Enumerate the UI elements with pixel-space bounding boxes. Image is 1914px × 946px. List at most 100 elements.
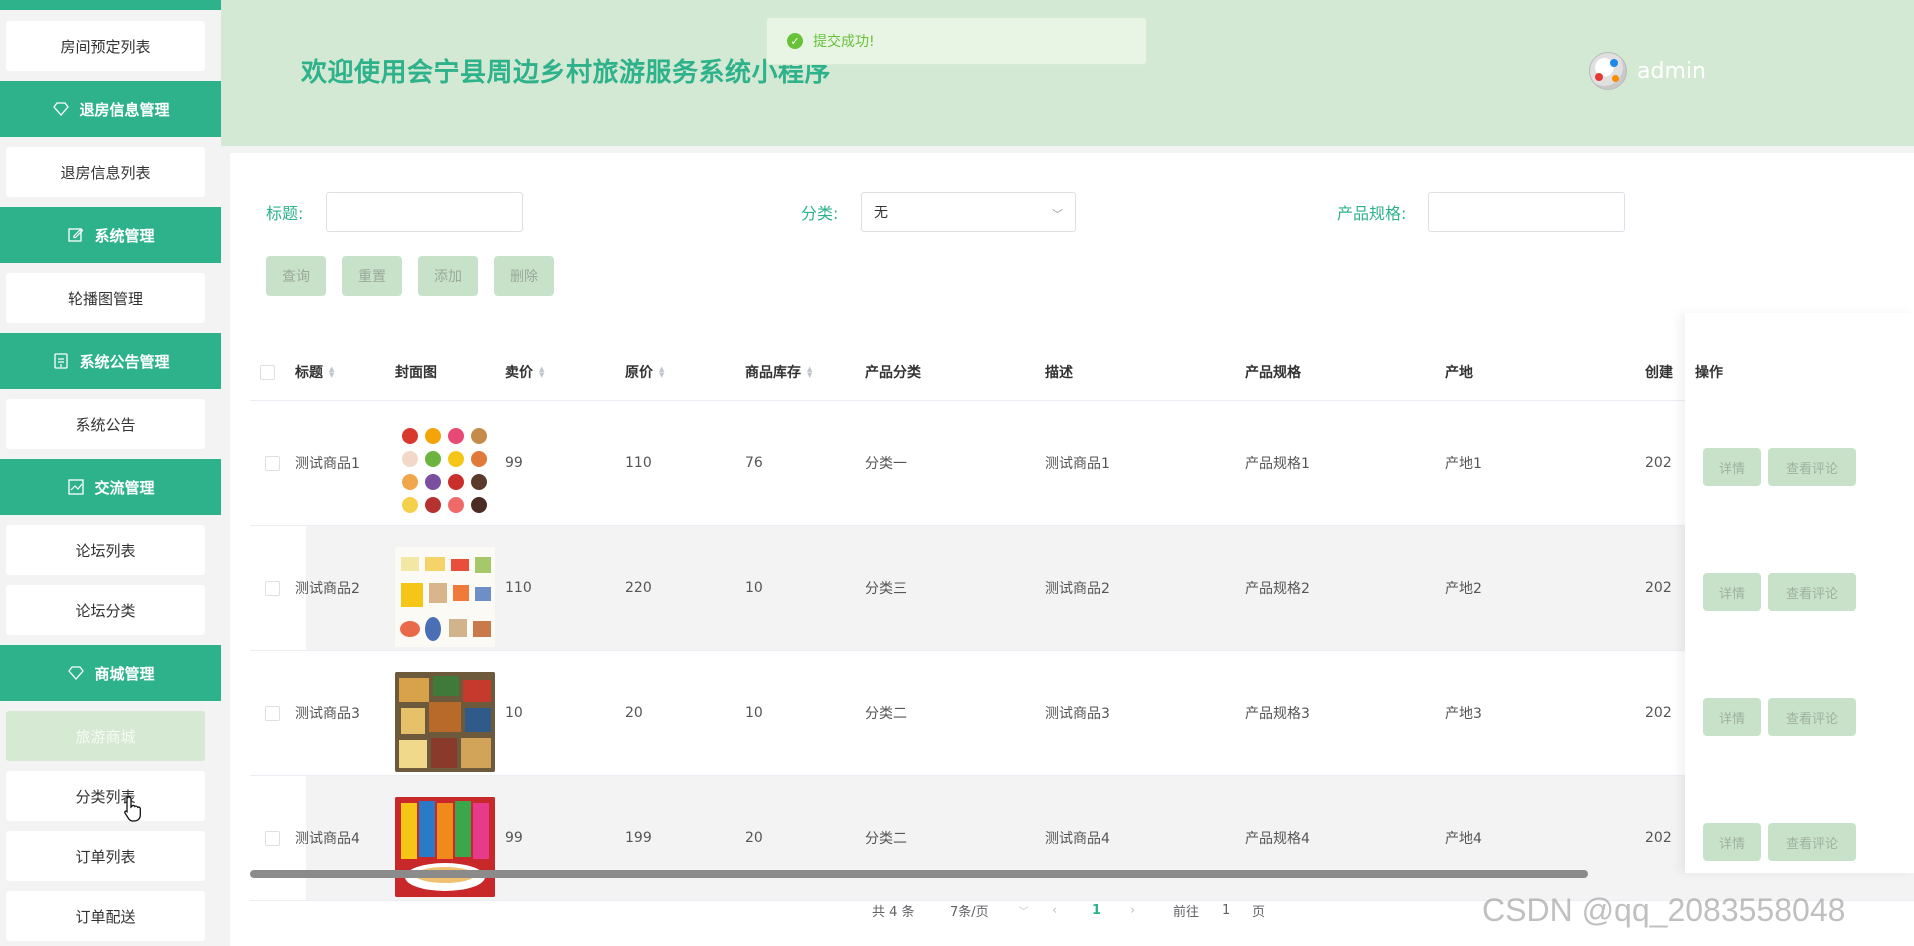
col-stock[interactable]: 商品库存 ▲ ▼ — [745, 343, 812, 400]
scrollbar-thumb[interactable] — [250, 870, 1588, 878]
horizontal-scrollbar[interactable] — [250, 870, 1914, 878]
chevron-down-icon: ﹀ — [1018, 906, 1029, 918]
cell-category: 分类二 — [865, 706, 907, 722]
cell-price: 10 — [505, 705, 523, 721]
category-select-value: 无 — [874, 205, 888, 221]
cell-spec: 产品规格1 — [1245, 456, 1310, 472]
cell-created: 202 — [1645, 455, 1672, 471]
sort-icon[interactable]: ▲ ▼ — [807, 365, 812, 378]
username[interactable]: admin — [1637, 59, 1706, 84]
sidebar-group-label: 系统公告管理 — [79, 352, 170, 371]
cell-spec: 产品规格3 — [1245, 706, 1310, 722]
query-button[interactable]: 查询 — [266, 256, 326, 296]
cell-created: 202 — [1645, 580, 1672, 596]
add-button[interactable]: 添加 — [418, 256, 478, 296]
sidebar-item-category-list[interactable]: 分类列表 — [6, 771, 205, 821]
col-cover: 封面图 — [395, 364, 437, 381]
sidebar-group-system[interactable]: 系统管理 — [0, 207, 221, 263]
cell-created: 202 — [1645, 830, 1672, 846]
cell-spec: 产品规格2 — [1245, 581, 1310, 597]
diamond-icon — [51, 102, 71, 116]
detail-button[interactable]: 详情 — [1703, 698, 1761, 736]
view-comments-button[interactable]: 查看评论 — [1768, 573, 1856, 611]
cell-original-price: 220 — [625, 580, 652, 596]
sidebar-item-carousel[interactable]: 轮播图管理 — [6, 273, 205, 323]
prev-page-icon[interactable]: ‹ — [1052, 898, 1057, 922]
success-toast: ✓ 提交成功! — [766, 17, 1147, 65]
sort-icon[interactable]: ▲ ▼ — [539, 365, 544, 378]
cell-stock: 10 — [745, 580, 763, 596]
category-select[interactable]: 无 ﹀ — [861, 192, 1076, 232]
cell-original-price: 20 — [625, 705, 643, 721]
document-icon — [51, 353, 71, 369]
page-number-current[interactable]: 1 — [1092, 898, 1101, 922]
cell-price: 99 — [505, 830, 523, 846]
title-filter-input[interactable] — [326, 192, 523, 232]
sidebar-group-checkout[interactable]: 退房信息管理 — [0, 81, 221, 137]
cover-image-biscuit-pack — [395, 797, 495, 897]
col-price[interactable]: 卖价 ▲ ▼ — [505, 343, 544, 400]
sidebar-item-travel-shop[interactable]: 旅游商城 — [6, 711, 205, 761]
detail-button[interactable]: 详情 — [1703, 573, 1761, 611]
sidebar-group-label: 交流管理 — [94, 478, 155, 497]
cell-category: 分类三 — [865, 581, 907, 597]
cell-created: 202 — [1645, 705, 1672, 721]
col-original-price[interactable]: 原价 ▲ ▼ — [625, 343, 664, 400]
chart-icon — [66, 479, 86, 495]
cell-category: 分类一 — [865, 456, 907, 472]
app-title: 欢迎使用会宁县周边乡村旅游服务系统小程序 — [301, 58, 832, 88]
cell-stock: 10 — [745, 705, 763, 721]
detail-button[interactable]: 详情 — [1703, 448, 1761, 486]
view-comments-button[interactable]: 查看评论 — [1768, 823, 1856, 861]
sidebar-item-forum-list[interactable]: 论坛列表 — [6, 525, 205, 575]
chevron-down-icon: ﹀ — [1052, 208, 1063, 221]
next-page-icon[interactable]: › — [1130, 898, 1135, 922]
cell-title: 测试商品3 — [295, 706, 360, 722]
cell-title: 测试商品1 — [295, 456, 360, 472]
goto-page-input[interactable]: 1 — [1222, 898, 1230, 922]
view-comments-button[interactable]: 查看评论 — [1768, 698, 1856, 736]
category-filter-label: 分类: — [801, 204, 839, 223]
user-menu[interactable]: admin — [1589, 52, 1706, 90]
page-size-select[interactable]: 7条/页 ﹀ — [950, 898, 1029, 922]
row-checkbox[interactable] — [265, 706, 280, 721]
sidebar-item-order-delivery[interactable]: 订单配送 — [6, 891, 205, 941]
cell-origin: 产地4 — [1445, 831, 1482, 847]
hand-cursor-icon — [124, 796, 141, 822]
sidebar-group-label: 商城管理 — [94, 664, 155, 683]
sidebar-item-order-list[interactable]: 订单列表 — [6, 831, 205, 881]
sort-icon[interactable]: ▲ ▼ — [329, 365, 334, 378]
sidebar-item-forum-category[interactable]: 论坛分类 — [6, 585, 205, 635]
sidebar-item-notice[interactable]: 系统公告 — [6, 399, 205, 449]
detail-button[interactable]: 详情 — [1703, 823, 1761, 861]
view-comments-button[interactable]: 查看评论 — [1768, 448, 1856, 486]
spec-filter-input[interactable] — [1428, 192, 1625, 232]
sidebar-group-forum[interactable]: 交流管理 — [0, 459, 221, 515]
reset-button[interactable]: 重置 — [342, 256, 402, 296]
col-title[interactable]: 标题 ▲ ▼ — [295, 343, 334, 400]
row-checkbox[interactable] — [265, 581, 280, 596]
delete-button[interactable]: 删除 — [494, 256, 554, 296]
goto-prefix: 前往 — [1173, 904, 1200, 920]
sidebar-item-room-booking-list[interactable]: 房间预定列表 — [6, 21, 205, 71]
cover-image-snack-pile — [395, 672, 495, 772]
col-operations: 操作 — [1695, 364, 1723, 381]
table-row: 测试商品2 110 220 10 分类三 测试商品2 产品规格2 产地2 202 — [250, 526, 1914, 651]
col-description: 描述 — [1045, 364, 1073, 381]
select-all-checkbox[interactable] — [260, 365, 275, 380]
sidebar-item-checkout-list[interactable]: 退房信息列表 — [6, 147, 205, 197]
sidebar-group-notice[interactable]: 系统公告管理 — [0, 333, 221, 389]
table-row: 测试商品3 10 20 10 分类二 测试商品3 产品规格3 产地3 202 — [250, 651, 1914, 776]
sidebar-top-strip — [0, 0, 221, 10]
sort-icon[interactable]: ▲ ▼ — [659, 365, 664, 378]
cell-original-price: 110 — [625, 455, 652, 471]
check-circle-icon: ✓ — [787, 33, 803, 49]
sidebar-group-label: 退房信息管理 — [79, 100, 170, 119]
row-checkbox[interactable] — [265, 456, 280, 471]
cell-category: 分类二 — [865, 831, 907, 847]
sidebar-group-shop[interactable]: 商城管理 — [0, 645, 221, 701]
avatar[interactable] — [1589, 52, 1627, 90]
page-size-value: 7条/页 — [950, 904, 989, 920]
cell-price: 110 — [505, 580, 532, 596]
row-checkbox[interactable] — [265, 831, 280, 846]
